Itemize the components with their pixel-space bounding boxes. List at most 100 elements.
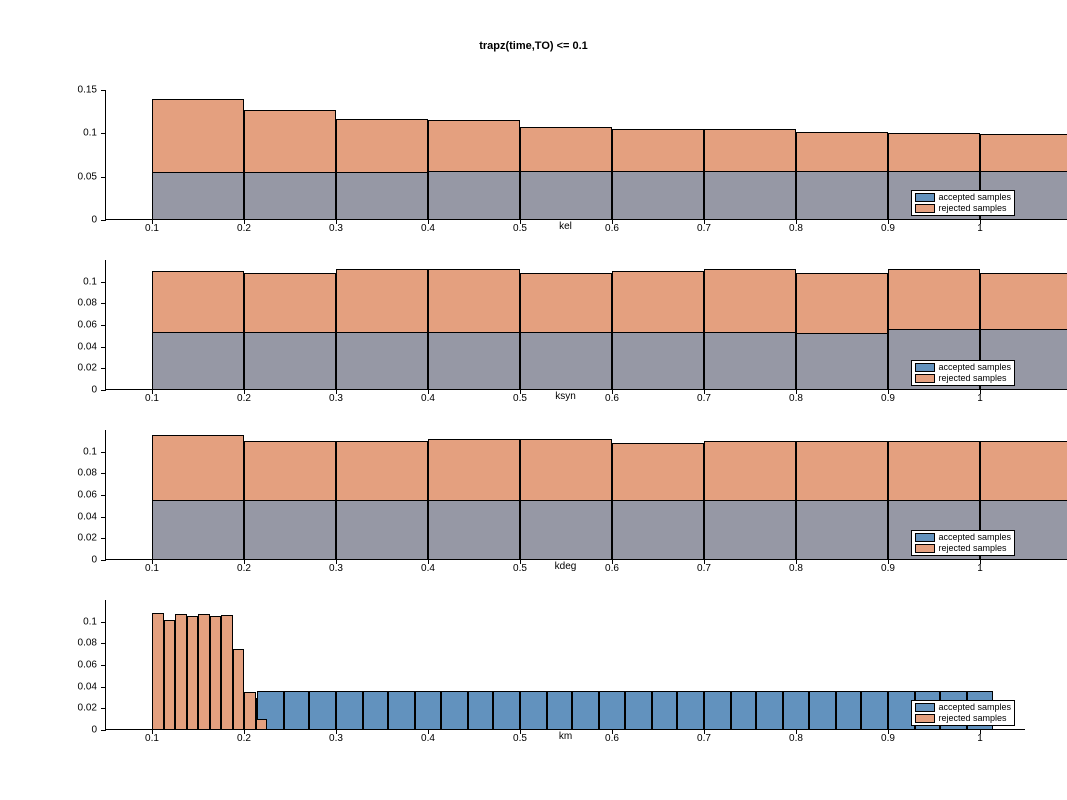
xtick-label: 0.5 (513, 393, 527, 404)
bar-accepted (336, 691, 363, 730)
panel-kel: 0.10.20.30.40.50.60.70.80.91kelaccepted … (105, 90, 1025, 220)
ytick-label: 0.04 (37, 511, 97, 522)
xtick-label: 0.7 (697, 733, 711, 744)
bar-rejected (796, 500, 888, 560)
xtick-label: 0.9 (881, 733, 895, 744)
xtick-label: 0.1 (145, 563, 159, 574)
legend-item-rejected: rejected samples (915, 373, 1011, 384)
xtick-label: 0.3 (329, 223, 343, 234)
xtick-label: 0.2 (237, 393, 251, 404)
legend-label: rejected samples (938, 373, 1006, 384)
bar-rejected (428, 332, 520, 391)
xtick-label: 0.5 (513, 563, 527, 574)
xtick-label: 0.6 (605, 393, 619, 404)
swatch-accepted-icon (915, 703, 935, 712)
bar-rejected (152, 500, 244, 560)
ytick-label: 0.02 (37, 363, 97, 374)
bar-rejected (336, 172, 428, 220)
xtick-label: 0.4 (421, 563, 435, 574)
xtick-label: 0.1 (145, 393, 159, 404)
xlabel: kel (559, 221, 572, 232)
bar-rejected (336, 500, 428, 560)
legend-label: rejected samples (938, 713, 1006, 724)
bar-rejected (520, 500, 612, 560)
bar-rejected (152, 332, 244, 391)
bar-rejected (336, 332, 428, 391)
xtick-label: 0.3 (329, 563, 343, 574)
ytick-label: 0.1 (37, 276, 97, 287)
bar-rejected (612, 171, 704, 220)
bar-rejected (704, 171, 796, 220)
xtick-label: 1 (977, 733, 983, 744)
bar-rejected (198, 614, 210, 730)
legend: accepted samplesrejected samples (911, 700, 1015, 726)
xtick-label: 0.7 (697, 563, 711, 574)
ytick-label: 0.04 (37, 681, 97, 692)
bar-accepted (468, 691, 494, 730)
xtick-label: 0.2 (237, 733, 251, 744)
legend-label: rejected samples (938, 203, 1006, 214)
bar-rejected (244, 692, 256, 730)
legend-item-accepted: accepted samples (915, 532, 1011, 543)
xtick-label: 1 (977, 393, 983, 404)
xtick-label: 0.6 (605, 563, 619, 574)
bar-rejected (428, 171, 520, 220)
swatch-accepted-icon (915, 533, 935, 542)
bar-accepted (704, 691, 731, 730)
swatch-rejected-icon (915, 204, 935, 213)
bar-accepted (652, 691, 678, 730)
bar-accepted (677, 691, 704, 730)
swatch-accepted-icon (915, 193, 935, 202)
xtick-label: 0.8 (789, 393, 803, 404)
bar-accepted (572, 691, 599, 730)
ytick-label: 0.06 (37, 660, 97, 671)
bar-rejected (175, 614, 187, 730)
panel-ksyn: 0.10.20.30.40.50.60.70.80.91ksynaccepted… (105, 260, 1025, 390)
swatch-rejected-icon (915, 544, 935, 553)
bar-rejected (256, 719, 267, 730)
bar-rejected (152, 613, 164, 730)
xtick-label: 1 (977, 223, 983, 234)
xlabel: km (559, 731, 572, 742)
xtick-label: 0.3 (329, 393, 343, 404)
bar-accepted (415, 691, 441, 730)
ytick-label: 0.06 (37, 320, 97, 331)
bar-accepted (493, 691, 520, 730)
legend-label: accepted samples (938, 532, 1011, 543)
bar-rejected (612, 500, 704, 560)
ytick-label: 0.02 (37, 533, 97, 544)
ytick-label: 0.06 (37, 490, 97, 501)
xtick-label: 0.5 (513, 223, 527, 234)
legend-item-rejected: rejected samples (915, 203, 1011, 214)
xtick-label: 0.8 (789, 563, 803, 574)
ytick-label: 0.02 (37, 703, 97, 714)
bar-accepted (547, 691, 573, 730)
xtick-label: 0.9 (881, 563, 895, 574)
bar-accepted (809, 691, 836, 730)
bar-rejected (244, 500, 336, 560)
ytick-label: 0.05 (37, 171, 97, 182)
bar-rejected (796, 333, 888, 390)
bar-rejected (164, 620, 175, 731)
bar-accepted (284, 691, 310, 730)
legend-label: accepted samples (938, 192, 1011, 203)
legend: accepted samplesrejected samples (911, 530, 1015, 556)
bar-rejected (520, 332, 612, 391)
swatch-rejected-icon (915, 714, 935, 723)
legend-label: accepted samples (938, 702, 1011, 713)
legend-label: accepted samples (938, 362, 1011, 373)
legend: accepted samplesrejected samples (911, 360, 1015, 386)
xtick-label: 0.9 (881, 393, 895, 404)
xtick-label: 0.6 (605, 223, 619, 234)
bar-accepted (783, 691, 809, 730)
bar-accepted (441, 691, 468, 730)
bar-rejected (796, 171, 888, 220)
xlabel: kdeg (555, 561, 577, 572)
xtick-label: 0.4 (421, 393, 435, 404)
ytick-label: 0 (37, 725, 97, 736)
bar-accepted (861, 691, 888, 730)
bar-accepted (756, 691, 783, 730)
bar-rejected (244, 172, 336, 220)
bar-rejected (244, 332, 336, 391)
bar-rejected (704, 500, 796, 560)
